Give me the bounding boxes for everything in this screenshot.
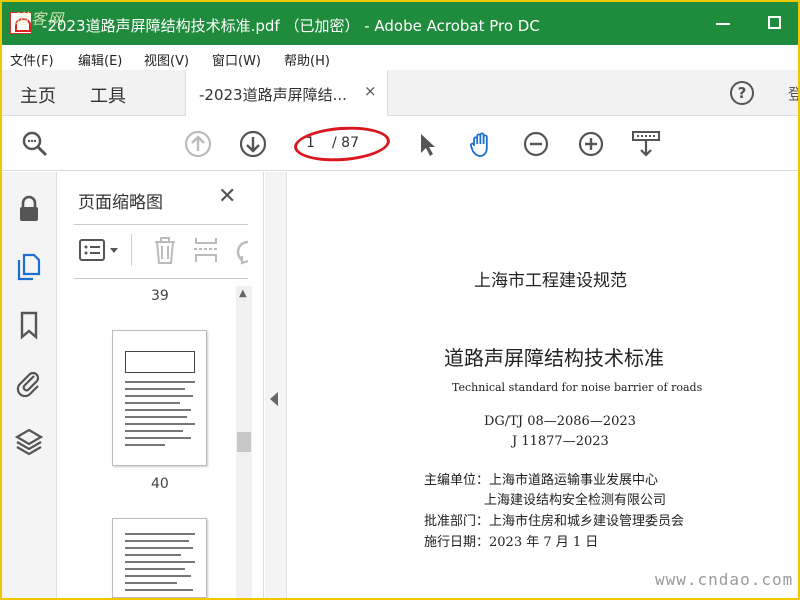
acrobat-window: 道客网 -2023道路声屏障结构技术标准.pdf （已加密） - Adobe A… [2, 2, 798, 598]
minimize-button[interactable] [706, 10, 740, 36]
delete-icon[interactable] [150, 234, 180, 266]
panel-divider [74, 224, 248, 225]
collapse-panel-icon[interactable] [270, 392, 278, 406]
doc-chief-unit: 主编单位：上海市道路运输事业发展中心 [424, 473, 659, 488]
document-tab[interactable]: -2023道路声屏障结... × [185, 70, 388, 116]
tab-bar: 主页 工具 -2023道路声屏障结... × ? 登 [2, 70, 798, 116]
toolbar-separator [131, 234, 132, 266]
page-thumbnails-panel: 页面缩略图 ✕ 39 40 ▲ [58, 172, 264, 598]
extract-pages-icon[interactable] [191, 234, 221, 266]
attachment-icon[interactable] [14, 368, 44, 398]
zoom-in-icon[interactable] [576, 129, 606, 159]
layers-icon[interactable] [14, 426, 44, 456]
doc-english-title: Technical standard for noise barrier of … [452, 381, 703, 394]
menu-view[interactable]: 视图(V) [144, 50, 189, 69]
menu-file[interactable]: 文件(F) [10, 50, 54, 69]
menu-bar: 文件(F) 编辑(E) 视图(V) 窗口(W) 帮助(H) [2, 45, 798, 70]
select-arrow-icon[interactable] [412, 129, 442, 159]
bookmark-icon[interactable] [14, 310, 44, 340]
doc-effective-date: 施行日期：2023 年 7 月 1 日 [424, 535, 599, 550]
doc-title: 道路声屏障结构技术标准 [444, 346, 664, 370]
lock-icon[interactable] [14, 194, 44, 224]
keyboard-download-icon[interactable] [631, 129, 661, 159]
search-icon[interactable] [20, 129, 50, 159]
left-navigation-strip [2, 172, 57, 598]
panel-title: 页面缩略图 [78, 193, 163, 213]
rotate-icon[interactable] [230, 234, 252, 266]
document-page: 上海市工程建设规范 道路声屏障结构技术标准 Technical standard… [288, 172, 798, 598]
menu-help[interactable]: 帮助(H) [284, 50, 330, 69]
maximize-icon [768, 16, 781, 29]
window-title: -2023道路声屏障结构技术标准.pdf （已加密） - Adobe Acrob… [42, 17, 540, 35]
title-bar: 道客网 -2023道路声屏障结构技术标准.pdf （已加密） - Adobe A… [2, 2, 798, 45]
doc-approval-dept: 批准部门：上海市住房和城乡建设管理委员会 [424, 514, 685, 529]
page-number-field[interactable]: 1 / 87 [292, 123, 392, 165]
thumbnail-table [125, 351, 195, 373]
scroll-up-icon[interactable]: ▲ [239, 288, 247, 299]
scrollbar-thumb[interactable] [237, 432, 251, 452]
zoom-out-icon[interactable] [521, 129, 551, 159]
thumbnail-scrollbar[interactable]: ▲ [236, 286, 252, 598]
page-thumbnail[interactable] [112, 330, 207, 466]
minimize-icon [716, 23, 730, 25]
maximize-button[interactable] [758, 10, 792, 36]
doc-spec-name: 上海市工程建设规范 [474, 271, 627, 291]
tab-close-icon[interactable]: × [364, 82, 377, 100]
page-thumbnails-icon[interactable] [14, 252, 44, 282]
thumbnail-options-icon[interactable] [78, 236, 124, 264]
page-down-icon[interactable] [238, 129, 268, 159]
tab-tools[interactable]: 工具 [90, 82, 126, 108]
panel-close-icon[interactable]: ✕ [218, 184, 236, 209]
doc-standard-code: DG/TJ 08—2086—2023 [484, 414, 636, 429]
panel-collapse-strip [265, 172, 287, 598]
hand-tool-icon[interactable] [466, 129, 496, 159]
panel-divider-2 [74, 278, 248, 279]
site-watermark: www.cndao.com [655, 570, 794, 589]
help-icon[interactable]: ? [730, 81, 754, 105]
red-annotation-oval [292, 123, 392, 165]
doc-filing-code: J 11877—2023 [512, 434, 609, 449]
tab-home[interactable]: 主页 [20, 82, 56, 108]
thumbnail-page-label: 39 [151, 288, 169, 304]
document-tab-label: -2023道路声屏障结... [199, 86, 347, 104]
page-up-icon[interactable] [183, 129, 213, 159]
menu-window[interactable]: 窗口(W) [212, 50, 261, 69]
menu-edit[interactable]: 编辑(E) [78, 50, 122, 69]
doc-chief-unit-2: 上海建设结构安全检测有限公司 [484, 493, 667, 508]
thumbnail-page-label: 40 [151, 476, 169, 492]
sign-in-link[interactable]: 登 [788, 83, 798, 104]
toolbar: 1 / 87 [2, 116, 798, 171]
page-thumbnail[interactable] [112, 518, 207, 598]
